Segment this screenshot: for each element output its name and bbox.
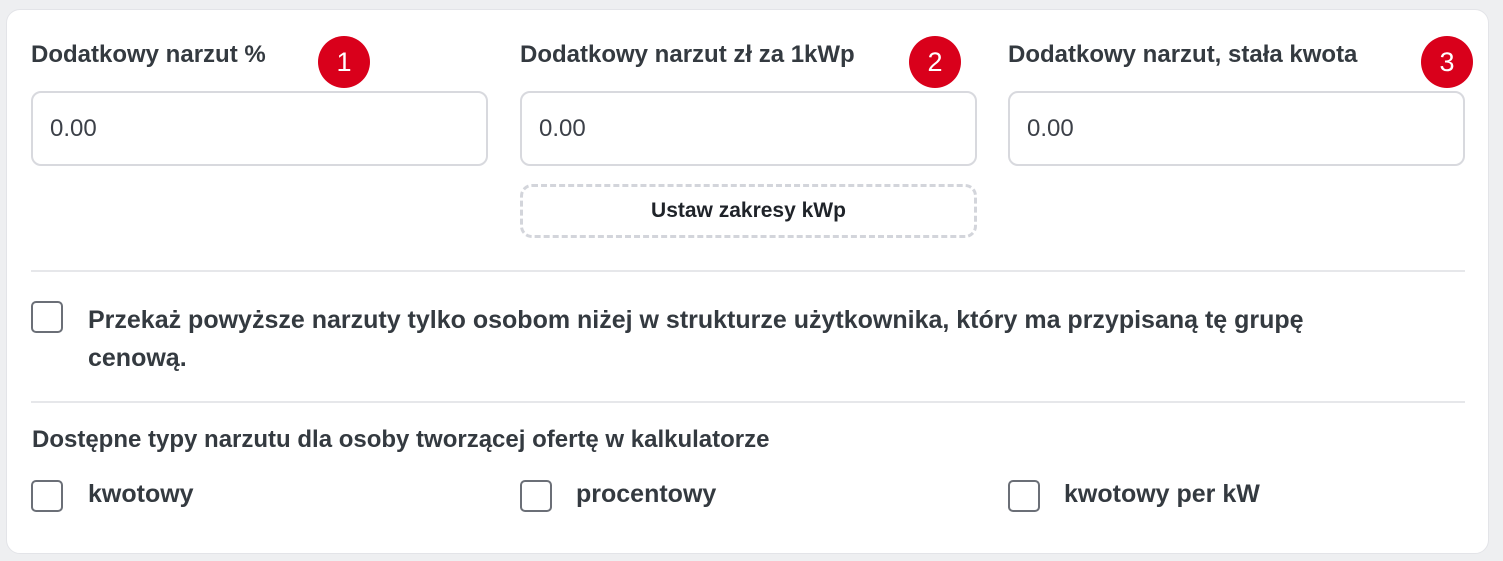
- markup-type-amount-label: kwotowy: [88, 480, 194, 508]
- markup-percent-input[interactable]: [31, 91, 488, 166]
- step-1-badge: 1: [318, 36, 370, 88]
- markup-settings-card: Dodatkowy narzut % 1 Dodatkowy narzut zł…: [6, 9, 1489, 554]
- step-3-badge: 3: [1421, 36, 1473, 88]
- set-kwp-ranges-button[interactable]: Ustaw zakresy kWp: [520, 184, 977, 238]
- markup-percent-label: Dodatkowy narzut %: [31, 41, 266, 68]
- markup-per-kwp-label: Dodatkowy narzut zł za 1kWp: [520, 41, 855, 68]
- markup-types-title: Dostępne typy narzutu dla osoby tworzące…: [32, 426, 770, 453]
- divider: [31, 401, 1465, 403]
- pass-markups-checkbox[interactable]: [31, 301, 63, 333]
- markup-type-per-kw-label: kwotowy per kW: [1064, 480, 1260, 508]
- markup-per-kwp-input[interactable]: [520, 91, 977, 166]
- step-2-badge: 2: [909, 36, 961, 88]
- markup-fixed-amount-label: Dodatkowy narzut, stała kwota: [1008, 41, 1358, 68]
- divider: [31, 270, 1465, 272]
- markup-type-percent-label: procentowy: [576, 480, 717, 508]
- pass-markups-label: Przekaż powyższe narzuty tylko osobom ni…: [88, 306, 1304, 372]
- markup-fixed-amount-input[interactable]: [1008, 91, 1465, 166]
- markup-type-amount-checkbox[interactable]: [31, 480, 63, 512]
- markup-type-percent-checkbox[interactable]: [520, 480, 552, 512]
- markup-type-per-kw-checkbox[interactable]: [1008, 480, 1040, 512]
